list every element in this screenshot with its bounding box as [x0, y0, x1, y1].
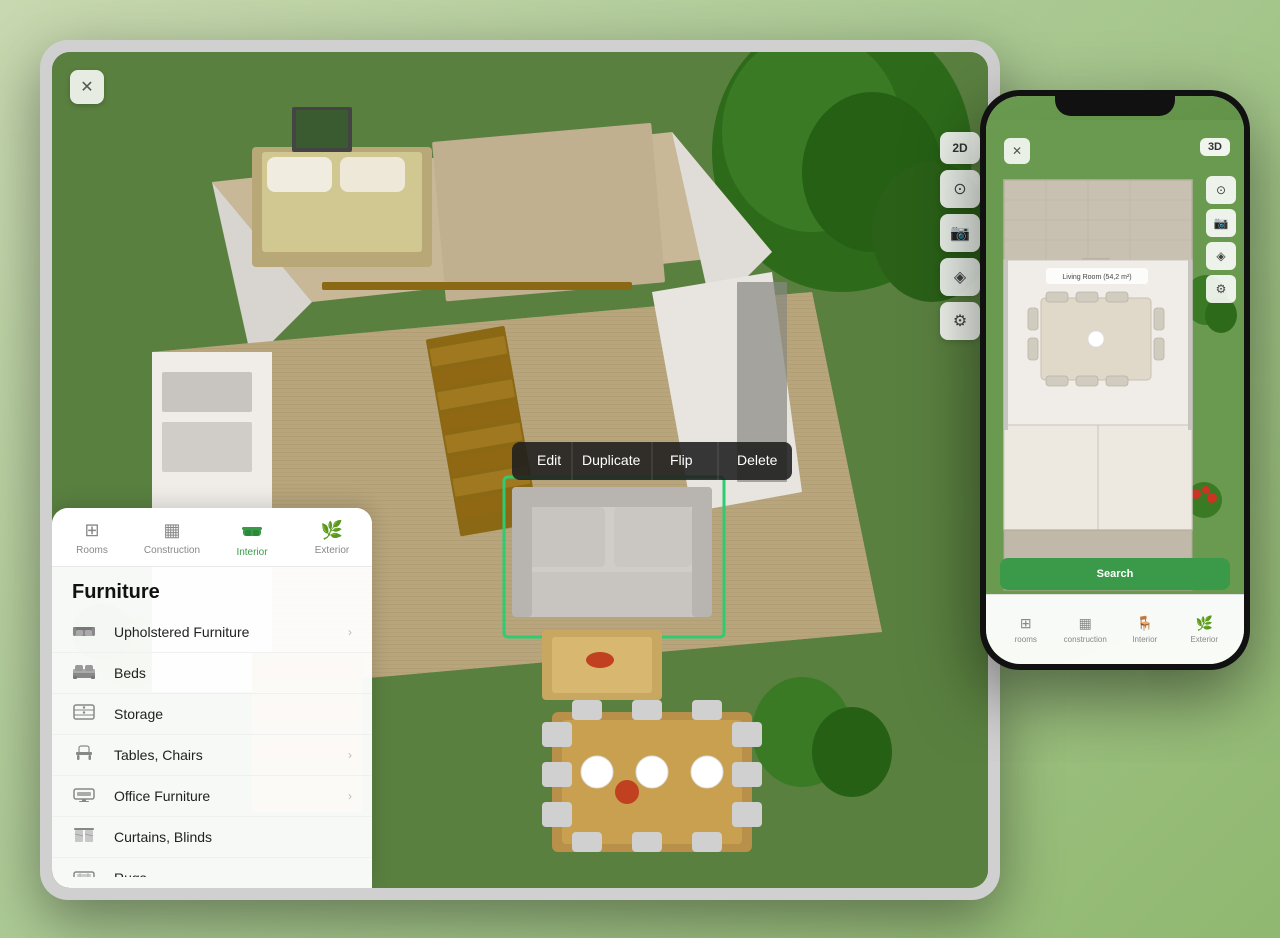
tablet-screen: Edit Duplicate Flip Delete	[52, 52, 988, 888]
chevron-icon-tables: ›	[348, 748, 352, 762]
office-icon	[72, 786, 100, 806]
right-toolbar: 2D ⊙ 📷 ◈ ⚙	[940, 132, 980, 340]
phone-device: Living Room (54,2 m²)	[980, 90, 1250, 670]
furniture-item-curtains[interactable]: Curtains, Blinds ›	[52, 817, 372, 858]
chevron-icon-office: ›	[348, 789, 352, 803]
beds-icon	[72, 663, 100, 683]
tab-rooms[interactable]: ⊞ Rooms	[52, 520, 132, 558]
rugs-icon	[72, 868, 100, 877]
furniture-item-rugs[interactable]: Rugs ›	[52, 858, 372, 877]
furniture-item-storage[interactable]: Storage ›	[52, 694, 372, 735]
furniture-item-beds[interactable]: Beds ›	[52, 653, 372, 694]
phone-tab-exterior[interactable]: 🌿 Exterior	[1175, 615, 1235, 644]
phone-rooms-icon: ⊞	[1020, 615, 1032, 632]
storage-icon	[72, 704, 100, 724]
tab-bar: ⊞ Rooms ▦ Construction	[52, 508, 372, 567]
curtains-icon	[72, 827, 100, 847]
layers-button[interactable]: ◈	[940, 258, 980, 296]
upholstered-icon	[72, 622, 100, 642]
phone-notch	[1055, 90, 1175, 116]
phone-view-mode-button[interactable]: 3D	[1200, 138, 1230, 156]
phone-camera-button[interactable]: 📷	[1206, 209, 1236, 237]
tablet-device: Edit Duplicate Flip Delete	[40, 40, 1000, 900]
svg-text:Living Room (54,2 m²): Living Room (54,2 m²)	[1062, 274, 1131, 281]
furniture-item-office[interactable]: Office Furniture ›	[52, 776, 372, 817]
phone-tab-bar: ⊞ rooms ▦ construction 🪑 Interior 🌿 Exte…	[986, 594, 1244, 664]
rooms-icon: ⊞	[84, 520, 99, 541]
furniture-panel: ⊞ Rooms ▦ Construction	[52, 508, 372, 888]
phone-tab-interior[interactable]: 🪑 Interior	[1115, 615, 1175, 644]
panel-title: Furniture	[52, 567, 372, 612]
settings-button[interactable]: ⚙	[940, 302, 980, 340]
phone-right-toolbar: ⊙ 📷 ◈ ⚙	[1206, 176, 1236, 303]
phone-layers-button[interactable]: ◈	[1206, 242, 1236, 270]
chevron-icon-upholstered: ›	[348, 625, 352, 639]
tab-construction[interactable]: ▦ Construction	[132, 520, 212, 558]
phone-construction-icon: ▦	[1079, 615, 1092, 632]
select-tool-button[interactable]: ⊙	[940, 170, 980, 208]
phone-screen: Living Room (54,2 m²)	[986, 96, 1244, 664]
furniture-item-upholstered[interactable]: Upholstered Furniture ›	[52, 612, 372, 653]
close-button[interactable]: ✕	[70, 70, 104, 104]
svg-text:Edit: Edit	[537, 452, 561, 468]
phone-tab-construction[interactable]: ▦ construction	[1056, 615, 1116, 644]
camera-button[interactable]: 📷	[940, 214, 980, 252]
phone-tab-rooms[interactable]: ⊞ rooms	[996, 615, 1056, 644]
construction-icon: ▦	[163, 520, 180, 541]
phone-settings-button[interactable]: ⚙	[1206, 275, 1236, 303]
svg-text:Delete: Delete	[737, 452, 778, 468]
phone-select-button[interactable]: ⊙	[1206, 176, 1236, 204]
tables-icon	[72, 745, 100, 765]
view-mode-button[interactable]: 2D	[940, 132, 980, 164]
svg-text:Flip: Flip	[670, 452, 693, 468]
svg-text:Duplicate: Duplicate	[582, 452, 641, 468]
phone-exterior-icon: 🌿	[1196, 615, 1213, 632]
phone-interior-icon: 🪑	[1136, 615, 1153, 632]
phone-close-button[interactable]: ✕	[1004, 138, 1030, 164]
furniture-list: Furniture	[52, 567, 372, 877]
tab-interior[interactable]: Interior	[212, 520, 292, 558]
furniture-item-tables[interactable]: Tables, Chairs ›	[52, 735, 372, 776]
exterior-icon: 🌿	[321, 520, 343, 541]
interior-icon	[242, 520, 262, 543]
phone-search-button[interactable]: Search	[1000, 558, 1230, 590]
tab-exterior[interactable]: 🌿 Exterior	[292, 520, 372, 558]
main-scene: Edit Duplicate Flip Delete	[0, 0, 1280, 938]
